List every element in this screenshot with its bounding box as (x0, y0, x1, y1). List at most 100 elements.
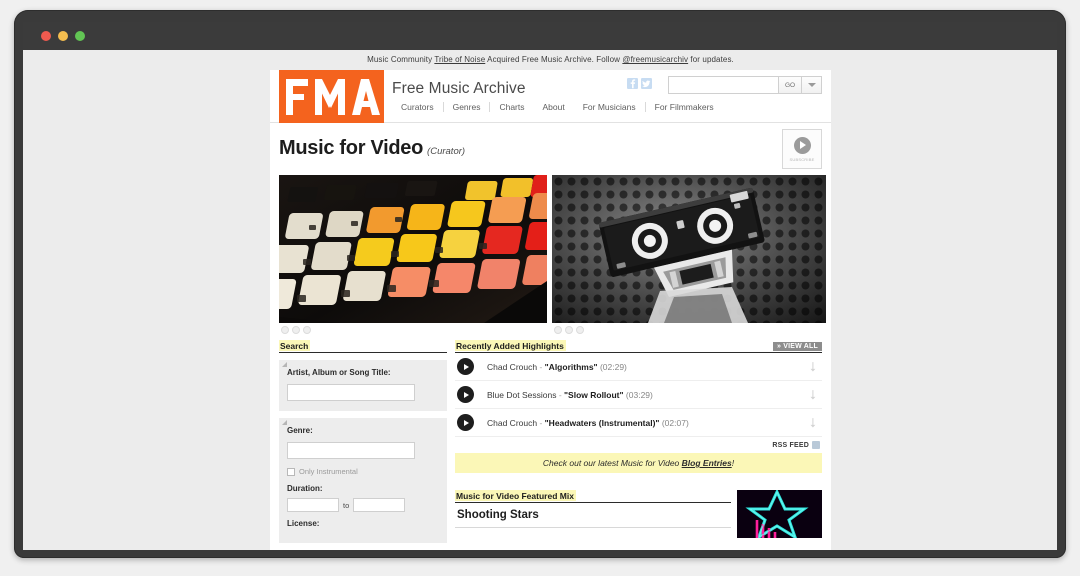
track-label: Blue Dot Sessions - "Slow Rollout" (03:2… (487, 390, 806, 400)
twitter-icon[interactable] (641, 78, 652, 89)
highlights-heading: Recently Added Highlights (455, 340, 566, 351)
zoom-button[interactable] (75, 31, 85, 41)
play-icon[interactable] (457, 358, 474, 375)
featured-mix-heading: Music for Video Featured Mix (455, 490, 576, 501)
collapse-handle-icon[interactable] (282, 420, 287, 425)
carousel-row (270, 175, 831, 334)
table-row[interactable]: Chad Crouch - "Headwaters (Instrumental)… (455, 409, 822, 437)
site-search: GO (668, 76, 822, 94)
featured-mix-thumbnail[interactable] (737, 490, 822, 538)
table-row[interactable]: Blue Dot Sessions - "Slow Rollout" (03:2… (455, 381, 822, 409)
only-instrumental-row: Only Instrumental (287, 467, 439, 476)
search-go-button[interactable]: GO (778, 76, 802, 94)
duration-to-input[interactable] (353, 498, 406, 512)
track-artist[interactable]: Chad Crouch (487, 362, 537, 372)
download-icon[interactable]: ⭣ (806, 360, 820, 373)
nav-item-genres[interactable]: Genres (444, 102, 490, 112)
carousel-dot-1[interactable] (281, 326, 289, 334)
featured-mix-main: Music for Video Featured Mix Shooting St… (455, 490, 731, 538)
carousel-videotape-dots (552, 323, 826, 334)
announcement-bar: Music Community Tribe of Noise Acquired … (270, 50, 831, 70)
carousel-dot-3[interactable] (303, 326, 311, 334)
browser-viewport: Music Community Tribe of Noise Acquired … (23, 50, 1057, 550)
duration-range-separator: to (343, 500, 350, 510)
artist-album-song-input[interactable] (287, 384, 415, 401)
only-instrumental-label: Only Instrumental (299, 467, 358, 476)
nav-item-for-filmmakers[interactable]: For Filmmakers (646, 102, 723, 112)
carousel-keyboard-dots (279, 323, 547, 334)
carousel-dot-2[interactable] (292, 326, 300, 334)
window-titlebar (23, 22, 1057, 50)
track-artist[interactable]: Blue Dot Sessions (487, 390, 556, 400)
fma-page: Music Community Tribe of Noise Acquired … (270, 50, 831, 550)
track-separator: - (537, 417, 545, 428)
track-duration: (03:29) (625, 389, 653, 400)
track-title[interactable]: "Algorithms" (545, 362, 598, 372)
close-button[interactable] (41, 31, 51, 41)
search-heading-row: Search (279, 340, 447, 353)
genre-field-label: Genre: (287, 426, 313, 435)
facebook-icon[interactable] (627, 78, 638, 89)
track-separator: - (537, 361, 545, 372)
rss-icon (812, 441, 820, 449)
announcement-prefix: Music Community (367, 55, 435, 64)
track-label: Chad Crouch - "Algorithms" (02:29) (487, 362, 806, 372)
carousel-dot-3[interactable] (576, 326, 584, 334)
duration-range-row: to (287, 498, 439, 512)
download-icon[interactable]: ⭣ (806, 416, 820, 429)
facet-genre-filters: Genre: Only Instrumental Duration: to Li… (279, 418, 447, 543)
rss-feed-link[interactable]: RSS FEED (455, 437, 822, 449)
nav-item-charts[interactable]: Charts (490, 102, 533, 112)
carousel-keyboard[interactable] (279, 175, 547, 334)
track-separator: - (556, 389, 565, 400)
traffic-lights (41, 31, 85, 41)
nav-item-about[interactable]: About (534, 102, 574, 112)
search-heading: Search (279, 340, 311, 351)
download-icon[interactable]: ⭣ (806, 388, 820, 401)
play-icon[interactable] (457, 386, 474, 403)
duration-label: Duration: (287, 484, 323, 493)
notice-suffix: ! (731, 458, 735, 468)
carousel-dot-2[interactable] (565, 326, 573, 334)
page-subtitle: (Curator) (427, 146, 466, 157)
rss-feed-label: RSS FEED (772, 441, 809, 449)
collapse-handle-icon[interactable] (282, 362, 287, 367)
blog-entries-link[interactable]: Blog Entries (682, 458, 732, 468)
track-label: Chad Crouch - "Headwaters (Instrumental)… (487, 418, 806, 428)
search-input[interactable] (668, 76, 778, 94)
duration-from-input[interactable] (287, 498, 339, 512)
play-circle-icon (793, 136, 811, 154)
track-title[interactable]: "Headwaters (Instrumental)" (545, 418, 660, 428)
featured-mix-title[interactable]: Shooting Stars (455, 503, 731, 528)
play-icon[interactable] (457, 414, 474, 431)
minimize-button[interactable] (58, 31, 68, 41)
main-navigation: Curators Genres Charts About For Musicia… (392, 102, 723, 112)
fma-logo[interactable] (279, 70, 384, 123)
site-masthead: Free Music Archive GO Curators Genres Ch… (270, 70, 831, 123)
nav-item-for-musicians[interactable]: For Musicians (574, 102, 645, 112)
track-list: Chad Crouch - "Algorithms" (02:29) ⭣ Blu… (455, 353, 822, 437)
genre-input[interactable] (287, 442, 415, 459)
twitter-handle-link[interactable]: @freemusicarchiv (622, 55, 688, 64)
table-row[interactable]: Chad Crouch - "Algorithms" (02:29) ⭣ (455, 353, 822, 381)
content-columns: Search Artist, Album or Song Title: Genr… (270, 334, 831, 543)
track-title[interactable]: "Slow Rollout" (564, 390, 624, 400)
only-instrumental-checkbox[interactable] (287, 467, 295, 476)
subscribe-button[interactable]: SUBSCRIBE (782, 129, 822, 169)
site-brand-title: Free Music Archive (392, 80, 526, 97)
blog-notice-banner: Check out our latest Music for Video Blo… (455, 453, 822, 473)
track-artist[interactable]: Chad Crouch (487, 418, 537, 428)
browser-window: Music Community Tribe of Noise Acquired … (14, 10, 1066, 558)
featured-mix-section: Music for Video Featured Mix Shooting St… (455, 490, 822, 538)
view-all-button[interactable]: » VIEW ALL (772, 342, 822, 351)
page-header: Music for Video (Curator) SUBSCRIBE (270, 123, 831, 175)
carousel-dot-1[interactable] (554, 326, 562, 334)
carousel-videotape-image (552, 175, 826, 323)
chevron-down-icon (807, 83, 816, 87)
license-label: License: (287, 519, 320, 528)
carousel-videotape[interactable] (552, 175, 826, 334)
search-options-dropdown[interactable] (802, 76, 822, 94)
search-sidebar: Search Artist, Album or Song Title: Genr… (279, 340, 447, 543)
tribe-of-noise-link[interactable]: Tribe of Noise (434, 55, 485, 64)
nav-item-curators[interactable]: Curators (392, 102, 443, 112)
